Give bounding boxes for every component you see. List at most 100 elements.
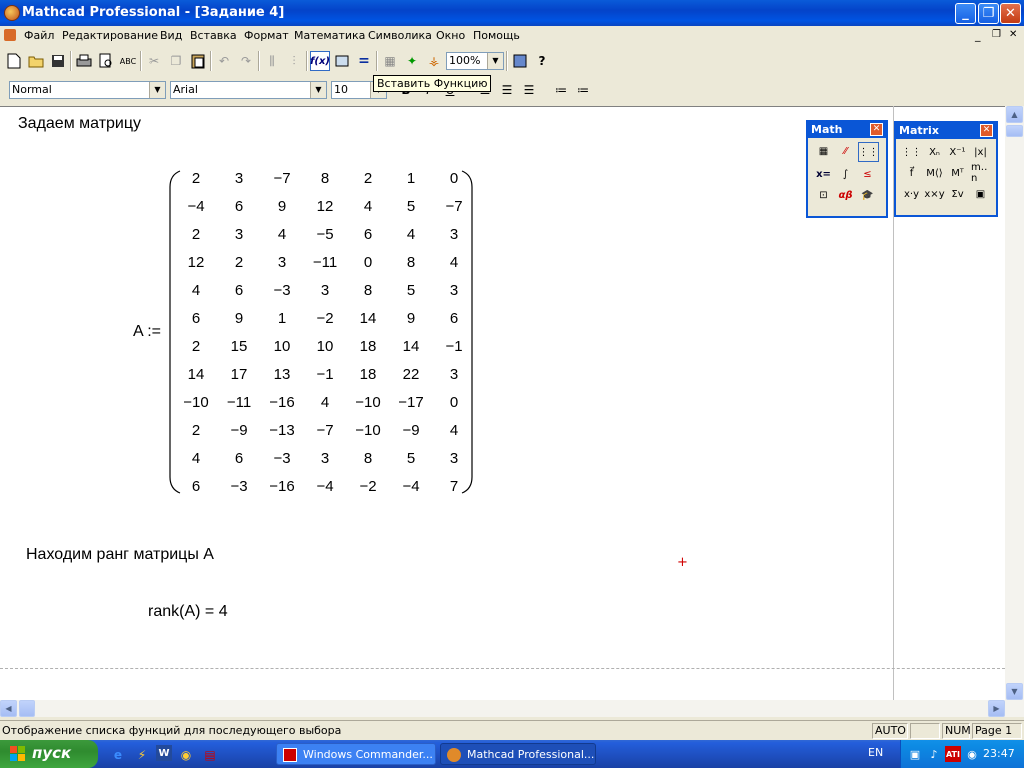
matrix-palette-header[interactable]: Matrix ✕	[896, 123, 996, 139]
matrix-cell[interactable]: 4	[434, 422, 474, 439]
matrix-cell[interactable]: 0	[434, 394, 474, 411]
matrix-cell[interactable]: 3	[305, 282, 345, 299]
app-icon[interactable]: ◉	[176, 745, 196, 765]
matrix-cell[interactable]: 3	[219, 226, 259, 243]
task-windows-commander[interactable]: Windows Commander...	[276, 743, 436, 765]
matrix-cell[interactable]: 10	[262, 338, 302, 355]
internet-explorer-icon[interactable]: e	[108, 745, 128, 765]
scroll-right-button[interactable]: ▶	[988, 700, 1005, 717]
matrix-cell[interactable]: 6	[219, 450, 259, 467]
calculate-icon[interactable]: =	[354, 51, 374, 71]
matrix-cell[interactable]: −11	[219, 394, 259, 411]
matrix-cell[interactable]: 3	[434, 366, 474, 383]
matrix-cell[interactable]: 9	[219, 310, 259, 327]
matrix-cell[interactable]: −3	[262, 282, 302, 299]
matrix-cell[interactable]: 4	[262, 226, 302, 243]
spell-check-icon[interactable]: ABC	[118, 51, 138, 71]
matrix-cell[interactable]: 15	[219, 338, 259, 355]
matrix-cell[interactable]: −5	[305, 226, 345, 243]
chevron-down-icon[interactable]: ▼	[487, 53, 503, 69]
matrix-cell[interactable]: −2	[348, 478, 388, 495]
matrix-cell[interactable]: 18	[348, 338, 388, 355]
menu-math[interactable]: Математика	[294, 29, 365, 42]
determinant-icon[interactable]: |x|	[971, 143, 990, 161]
matrix-cell[interactable]: 18	[348, 366, 388, 383]
print-preview-icon[interactable]	[96, 51, 116, 71]
boolean-icon[interactable]: ≤	[858, 165, 877, 183]
matrix-cell[interactable]: 6	[176, 478, 216, 495]
matrix-cell[interactable]: 12	[305, 198, 345, 215]
cross-product-icon[interactable]: x×y	[924, 185, 944, 203]
matrix-cell[interactable]: 3	[262, 254, 302, 271]
ati-icon[interactable]: ATI	[945, 746, 961, 762]
matrix-cell[interactable]: 5	[391, 282, 431, 299]
media-tray-icon[interactable]: ◉	[964, 746, 980, 762]
new-file-icon[interactable]	[4, 51, 24, 71]
calculator-icon[interactable]: ▦	[814, 142, 833, 160]
chevron-down-icon[interactable]: ▼	[310, 82, 326, 98]
align-across-icon[interactable]: ⫼	[262, 51, 282, 71]
menu-edit[interactable]: Редактирование	[62, 29, 158, 42]
matrix-cell[interactable]: 8	[391, 254, 431, 271]
matrix-cell[interactable]: 9	[262, 198, 302, 215]
insert-unit-icon[interactable]	[332, 51, 352, 71]
programming-icon[interactable]: ⊡	[814, 186, 833, 204]
matrix-cell[interactable]: 3	[305, 450, 345, 467]
matrix-cell[interactable]: 4	[434, 254, 474, 271]
matrix-cell[interactable]: 4	[176, 450, 216, 467]
menu-help[interactable]: Помощь	[473, 29, 520, 42]
volume-icon[interactable]: ♪	[926, 746, 942, 762]
matrix-cell[interactable]: 2	[176, 170, 216, 187]
matrix-cell[interactable]: 2	[176, 226, 216, 243]
matrix-cell[interactable]: −3	[219, 478, 259, 495]
print-icon[interactable]	[74, 51, 94, 71]
run-mathconnex-icon[interactable]: ⚶	[424, 51, 444, 71]
matrix-cell[interactable]: −9	[391, 422, 431, 439]
undo-icon[interactable]: ↶	[214, 51, 234, 71]
matrix-cell[interactable]: 14	[391, 338, 431, 355]
matrix-cell[interactable]: −7	[305, 422, 345, 439]
word-icon[interactable]: W	[156, 745, 172, 761]
menu-window[interactable]: Окно	[436, 29, 465, 42]
align-down-icon[interactable]: ⫶	[284, 51, 304, 71]
inverse-icon[interactable]: X⁻¹	[948, 143, 967, 161]
redo-icon[interactable]: ↷	[236, 51, 256, 71]
vector-sum-icon[interactable]: Σv	[948, 185, 967, 203]
matrix-cell[interactable]: −17	[391, 394, 431, 411]
matrix-cell[interactable]: −7	[262, 170, 302, 187]
doc-restore-button[interactable]: ❐	[992, 29, 1001, 40]
matrix-cell[interactable]: −10	[348, 394, 388, 411]
scroll-up-button[interactable]: ▲	[1006, 106, 1023, 123]
zoom-select[interactable]: 100% ▼	[446, 52, 504, 70]
scroll-down-button[interactable]: ▼	[1006, 683, 1023, 700]
maximize-button[interactable]: ❐	[978, 3, 999, 24]
matrix-cell[interactable]: −9	[219, 422, 259, 439]
range-variable-icon[interactable]: m‥n	[971, 162, 990, 184]
insert-graph-icon[interactable]: ▦	[380, 51, 400, 71]
matrix-cell[interactable]: 8	[348, 282, 388, 299]
menu-view[interactable]: Вид	[160, 29, 182, 42]
save-icon[interactable]	[48, 51, 68, 71]
greek-icon[interactable]: αβ	[836, 186, 855, 204]
help-icon[interactable]: ?	[532, 51, 552, 71]
matrix-cell[interactable]: 7	[434, 478, 474, 495]
matrix-cell[interactable]: −10	[348, 422, 388, 439]
font-select[interactable]: Arial ▼	[170, 81, 327, 99]
matrix-cell[interactable]: 4	[348, 198, 388, 215]
matrix-cell[interactable]: 2	[176, 338, 216, 355]
matrix-cell[interactable]: −16	[262, 478, 302, 495]
matrix-cell[interactable]: 8	[348, 450, 388, 467]
matrix-cell[interactable]: −13	[262, 422, 302, 439]
matrix-cell[interactable]: 6	[348, 226, 388, 243]
scroll-left-button[interactable]: ◀	[0, 700, 17, 717]
minimize-button[interactable]: _	[955, 3, 976, 24]
open-folder-icon[interactable]	[26, 51, 46, 71]
insert-matrix-icon[interactable]: ⋮⋮	[902, 143, 922, 161]
menu-format[interactable]: Формат	[244, 29, 289, 42]
matrix-cell[interactable]: −4	[391, 478, 431, 495]
matrix-cell[interactable]: 6	[219, 282, 259, 299]
rank-result[interactable]: rank(A) = 4	[148, 603, 228, 621]
matrix-cell[interactable]: −16	[262, 394, 302, 411]
matrix-cell[interactable]: −1	[434, 338, 474, 355]
matrix-cell[interactable]: 9	[391, 310, 431, 327]
